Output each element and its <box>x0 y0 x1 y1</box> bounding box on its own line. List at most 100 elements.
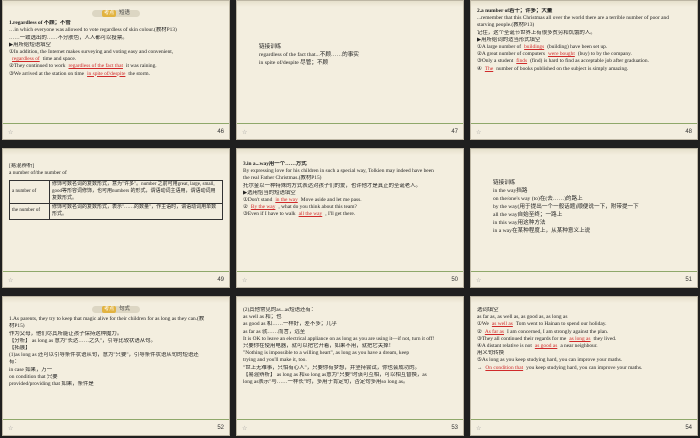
answer-text: as well as <box>491 321 513 328</box>
slide-thumbnail-53[interactable]: (2)其他常见的as...as短语还有： as well as 和；也 as g… <box>236 296 464 436</box>
comparison-table: a number of 修饰可数名词的复数形式，意为"许多"。number 之前… <box>9 180 223 221</box>
slide-text-line: 只要你在使用电器，就可以把它开着，如果不用，就把它关掉！ <box>243 343 394 350</box>
star-icon[interactable]: ☆ <box>242 129 247 136</box>
slide-thumbnail-50[interactable]: 3.in a...way用一个……方式 By expressing love f… <box>236 148 464 288</box>
slide-text-line: (2)其他常见的as...as短语还有： <box>243 307 317 313</box>
slide-text-line: ①In addition, the Internet makes surveyi… <box>9 49 174 56</box>
banner-title: 句式 <box>119 306 130 312</box>
slide-content: [易混辨析] a number of/the number of a numbe… <box>9 163 223 269</box>
slide-text-line: ② As far as I am concerned, I am strongly … <box>477 328 609 335</box>
slide-text-line: 【拓展】 <box>9 345 31 352</box>
slide-text-line: 链接训练 <box>259 44 282 50</box>
table-row: the number of 修饰可数名词的复数形式，表示"……的数量"，作主语时… <box>9 203 223 221</box>
slide-text-line: …in which everyone was allowed to vote r… <box>9 27 177 34</box>
answer-text: in the way <box>275 197 298 204</box>
star-icon[interactable]: ☆ <box>8 277 13 284</box>
star-icon[interactable]: ☆ <box>476 129 481 136</box>
slide-text-line: as well as 和；也 <box>243 314 282 321</box>
slide-number: 46 <box>217 128 224 135</box>
slide-thumbnail-49[interactable]: [易混辨析] a number of/the number of a numbe… <box>2 148 230 288</box>
table-cell: the number of <box>9 203 50 221</box>
answer-text: all the way <box>298 211 323 218</box>
slide-number: 53 <box>451 424 458 431</box>
slide-number: 52 <box>217 424 224 431</box>
slide-sorter-grid: 考点 短语 1.regardless of 不顾；不管 …in which eve… <box>2 0 698 438</box>
star-icon[interactable]: ☆ <box>242 425 247 432</box>
slide-text-line: 1.regardless of 不顾；不管 <box>9 20 71 27</box>
answer-text: finds <box>516 58 528 65</box>
slide-text-line: a number of/the number of <box>9 170 67 177</box>
table-cell: a number of <box>9 180 50 205</box>
answer-text: in spite of/despite <box>87 70 126 77</box>
slide-text-line: provided/providing that 如果，条件是 <box>9 381 94 388</box>
slide-text-line: 【易混辨析】 as long as 和so long as意为"只要"时该可互相… <box>243 371 427 378</box>
answer-text: buildings <box>524 44 545 51</box>
slide-footer: ☆ 46 <box>3 123 229 139</box>
slide-number: 50 <box>451 276 458 283</box>
slide-footer: ☆ 51 <box>471 271 697 287</box>
slide-text-line: starving people.(教材P13) <box>477 22 535 29</box>
table-row: a number of 修饰可数名词的复数形式，意为"许多"。number 之前… <box>9 180 223 205</box>
slide-content: 2.a number of若干；许多；大量 ...remember that t… <box>477 8 691 121</box>
slide-text-line: [易混辨析] <box>9 163 35 169</box>
slide-text-line: the real Father Christmas.(教材P15) <box>243 175 322 182</box>
slide-text-line: 2.a number of若干；许多；大量 <box>477 8 553 14</box>
slide-text-line: in the way挡路 <box>493 188 528 194</box>
slide-text-line: ③They all continued their regards for me… <box>477 335 617 342</box>
star-icon[interactable]: ☆ <box>8 425 13 432</box>
answer-text: as good as <box>534 343 558 350</box>
slide-content: (2)其他常见的as...as短语还有： as well as 和；也 as g… <box>243 307 457 417</box>
slide-footer: ☆ 54 <box>471 419 697 435</box>
banner-badge: 考点 <box>102 10 117 18</box>
slide-text-line: in spite of/despite 尽管；不顾 <box>259 60 329 66</box>
answer-text: regardless of <box>12 56 40 63</box>
answer-text: as long as <box>569 335 591 342</box>
answer-text: were bought <box>548 51 575 58</box>
star-icon[interactable]: ☆ <box>242 277 247 284</box>
slide-text-line: regardless of time and space. <box>9 56 223 63</box>
slide-text-line: all the way自始至终；一路上 <box>493 212 563 218</box>
slide-text-line: on condition that 只要 <box>9 373 58 380</box>
slide-text-line: ▶选用恰当的短语填空 <box>243 189 296 196</box>
slide-thumbnail-52[interactable]: 考点 句式 1.As parents, they try to keep that… <box>2 296 230 436</box>
slide-text-line: 记住，这个圣诞节世界上有很多贫穷和饥饿的人。 <box>477 29 596 36</box>
slide-number: 47 <box>451 128 458 135</box>
slide-thumbnail-54[interactable]: 选词填空 as far as, as well as, as good as, … <box>470 296 698 436</box>
slide-footer: ☆ 48 <box>471 123 697 139</box>
slide-text-line: ①A large number of buildings (building) ha… <box>477 44 608 51</box>
slide-footer: ☆ 52 <box>3 419 229 435</box>
slide-text-line: ② By the way, what do you think about thi… <box>243 204 357 211</box>
slide-text-line: ③We arrived at the station on time in spi… <box>9 70 150 77</box>
slide-text-line: regardless of the fact that...不顾……的事实 <box>259 52 359 58</box>
slide-footer: ☆ 49 <box>3 271 229 287</box>
section-banner: 考点 句式 <box>9 306 223 314</box>
slide-thumbnail-51[interactable]: 链接训练 in the way挡路 on the/one's way (to)在… <box>470 148 698 288</box>
slide-number: 48 <box>685 128 692 135</box>
answer-text: As far as <box>484 328 505 335</box>
slide-text-line: trying and you'll make it, too. <box>243 357 307 364</box>
slide-text-line: "Nothing is impossible to a willing hear… <box>243 350 410 357</box>
slide-thumbnail-46[interactable]: 考点 短语 1.regardless of 不顾；不管 …in which eve… <box>2 0 230 140</box>
banner-title: 短语 <box>119 10 130 16</box>
slide-text-line: 用义句转换 <box>477 350 504 357</box>
star-icon[interactable]: ☆ <box>476 425 481 432</box>
slide-thumbnail-48[interactable]: 2.a number of若干；许多；大量 ...remember that t… <box>470 0 698 140</box>
slide-content: 3.in a...way用一个……方式 By expressing love f… <box>243 161 457 269</box>
slide-footer: ☆ 47 <box>237 123 463 139</box>
star-icon[interactable]: ☆ <box>8 129 13 136</box>
slide-text-line: in this way用这种方法 <box>493 220 546 226</box>
slide-text-line: as good as 和……一样好，差不多；几乎 <box>243 321 337 328</box>
slide-text-line: It is OK to leave an electrical applianc… <box>243 335 435 342</box>
slide-footer: ☆ 50 <box>237 271 463 287</box>
slide-text-line: ▶用所给词的适当形式填空 <box>477 36 541 43</box>
answer-text: regardless of the fact that <box>68 63 123 70</box>
answer-text: By the way <box>250 204 276 211</box>
slide-text-line: ③Even if I have to walk all the way, I'll… <box>243 211 356 218</box>
slide-text-line: By expressing love for his children in s… <box>243 168 434 175</box>
slide-text-line: ④ The number of books published on the sub… <box>477 65 629 72</box>
table-cell: 修饰可数名词的复数形式，意为"许多"。number 之前可用great, lar… <box>49 180 223 205</box>
slide-footer: ☆ 53 <box>237 419 463 435</box>
answer-text: On condition that <box>485 364 524 371</box>
star-icon[interactable]: ☆ <box>476 277 481 284</box>
slide-thumbnail-47[interactable]: 链接训练 regardless of the fact that...不顾……的… <box>236 0 464 140</box>
